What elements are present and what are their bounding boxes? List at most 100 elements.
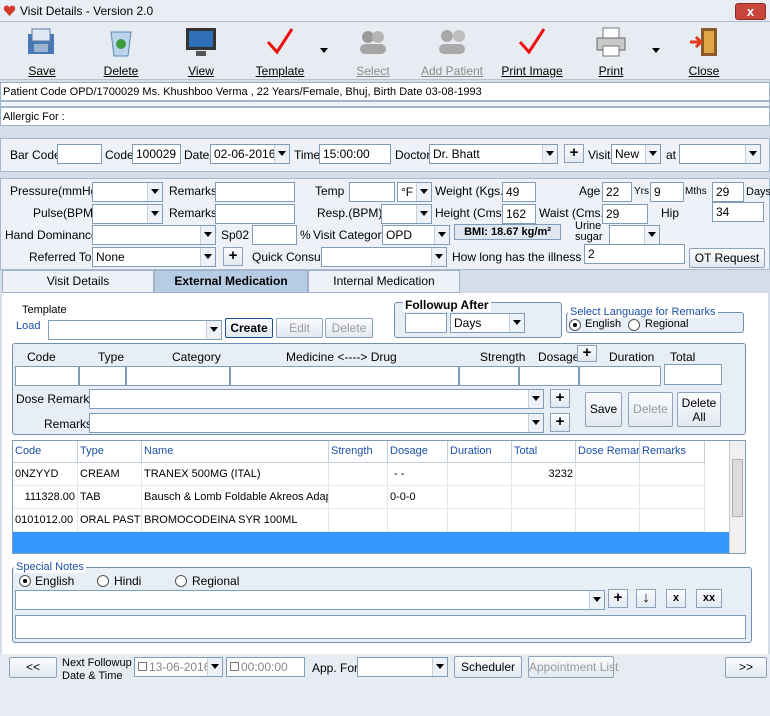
appointment-list-button[interactable]: Appointment List (528, 656, 618, 678)
move-down-button[interactable]: ↓ (636, 589, 656, 608)
urine-sugar-select[interactable] (609, 225, 660, 245)
edit-template-button[interactable]: Edit (276, 318, 323, 338)
create-template-button[interactable]: Create (225, 318, 273, 338)
grid-header-total[interactable]: Total (512, 441, 576, 463)
hand-dominance-select[interactable] (92, 225, 216, 245)
code-input[interactable]: 100029 (132, 144, 181, 164)
weight-input[interactable]: 49 (502, 182, 536, 202)
med-duration-input[interactable] (579, 366, 661, 386)
grid-header-remarks[interactable]: Remarks (640, 441, 705, 463)
add-remarks-button[interactable]: + (550, 413, 570, 432)
grid-header-code[interactable]: Code (13, 441, 78, 463)
doctor-select[interactable]: Dr. Bhatt (429, 144, 558, 164)
age-months-input[interactable]: 9 (650, 182, 684, 202)
add-referral-button[interactable]: + (223, 247, 243, 266)
medicine-drug-input[interactable] (230, 366, 459, 386)
med-category-input[interactable] (126, 366, 230, 386)
add-note-button[interactable]: + (608, 589, 628, 608)
remarks-english-radio[interactable] (569, 319, 581, 331)
add-patient-button[interactable]: Add Patient (418, 24, 486, 78)
height-input[interactable]: 162 (502, 204, 536, 224)
resp-select[interactable] (381, 204, 432, 224)
grid-scrollbar[interactable] (729, 441, 745, 553)
age-days-input[interactable]: 29 (712, 182, 744, 202)
template-load-select[interactable] (48, 320, 222, 340)
referred-to-select[interactable]: None (92, 247, 216, 267)
followup-value-input[interactable] (405, 313, 447, 333)
time-spinner[interactable]: 15:00:00 (319, 144, 391, 164)
remove-all-notes-button[interactable]: xx (696, 589, 722, 608)
grid-header-type[interactable]: Type (78, 441, 142, 463)
quick-consult-select[interactable] (321, 247, 447, 267)
notes-english-radio[interactable] (19, 575, 31, 587)
med-strength-input[interactable] (459, 366, 519, 386)
template-dropdown-icon[interactable] (320, 48, 328, 53)
delete-button[interactable]: Delete (98, 24, 144, 78)
notes-regional-radio[interactable] (175, 575, 187, 587)
grid-header-name[interactable]: Name (142, 441, 329, 463)
ot-request-button[interactable]: OT Request (689, 248, 765, 268)
special-notes-textarea[interactable] (15, 615, 746, 639)
delete-template-button[interactable]: Delete (325, 318, 373, 338)
template-button[interactable]: Template (252, 24, 308, 78)
date-picker[interactable]: 02-06-2016 (210, 144, 290, 164)
print-image-button[interactable]: Print Image (500, 24, 564, 78)
next-button[interactable]: >> (725, 657, 767, 678)
hip-input[interactable]: 34 (712, 202, 764, 222)
age-years-input[interactable]: 22 (602, 182, 632, 202)
grid-header-dose-remarks[interactable]: Dose Remar (576, 441, 640, 463)
grid-header-strength[interactable]: Strength (329, 441, 388, 463)
remove-note-button[interactable]: x (666, 589, 686, 608)
med-dosage-input[interactable] (519, 366, 579, 386)
notes-hindi-radio[interactable] (97, 575, 109, 587)
visit-category-select[interactable]: OPD (382, 225, 450, 245)
previous-button[interactable]: << (9, 657, 57, 678)
delete-all-medicine-button[interactable]: Delete All (677, 392, 721, 427)
selected-new-row[interactable] (13, 532, 730, 553)
tab-visit-details[interactable]: Visit Details (2, 270, 154, 293)
remarks-regional-label: Regional (645, 318, 689, 330)
at-select[interactable] (679, 144, 761, 164)
dose-remarks-select[interactable] (89, 389, 544, 409)
tab-external-medication[interactable]: External Medication (154, 270, 308, 293)
app-for-select[interactable] (357, 657, 448, 677)
grid-cell: 111328.00 (13, 486, 78, 509)
scheduler-button[interactable]: Scheduler (454, 656, 522, 678)
add-dosage-button[interactable]: + (577, 345, 597, 362)
print-dropdown-icon[interactable] (652, 48, 660, 53)
close-button[interactable]: Close (684, 24, 724, 78)
pulse-select[interactable] (92, 204, 163, 224)
med-remarks-select[interactable] (89, 413, 544, 433)
add-doctor-button[interactable]: + (564, 144, 584, 163)
dose-remarks-label: Dose Remarks (16, 392, 96, 406)
special-notes-select[interactable] (15, 590, 605, 610)
remarks-regional-radio[interactable] (628, 319, 640, 331)
tab-internal-medication[interactable]: Internal Medication (308, 270, 460, 293)
pressure-remarks-input[interactable] (215, 182, 295, 202)
save-medicine-button[interactable]: Save (585, 392, 622, 427)
followup-unit-select[interactable]: Days (450, 313, 525, 333)
add-dose-remarks-button[interactable]: + (550, 389, 570, 408)
view-button[interactable]: View (180, 24, 222, 78)
window-close-button[interactable]: x (735, 3, 766, 20)
temp-input[interactable] (349, 182, 395, 202)
followup-date-picker[interactable]: 13-06-2016 (134, 657, 223, 677)
delete-medicine-button[interactable]: Delete (628, 392, 673, 427)
spo2-input[interactable] (252, 225, 297, 245)
pressure-select[interactable] (92, 182, 163, 202)
visit-type-select[interactable]: New (611, 144, 661, 164)
grid-header-duration[interactable]: Duration (448, 441, 512, 463)
med-total-input[interactable] (664, 364, 722, 385)
print-button[interactable]: Print (590, 24, 632, 78)
select-button[interactable]: Select (350, 24, 396, 78)
scrollbar-thumb[interactable] (732, 459, 743, 517)
med-type-input[interactable] (79, 366, 126, 386)
med-code-input[interactable] (15, 366, 79, 386)
save-button[interactable]: Save (20, 24, 64, 78)
grid-header-dosage[interactable]: Dosage (388, 441, 448, 463)
illness-duration-input[interactable]: 2 (584, 244, 685, 264)
pulse-remarks-input[interactable] (215, 204, 295, 224)
temp-unit-select[interactable]: °F (397, 182, 432, 202)
followup-time-spinner[interactable]: 00:00:00 (226, 657, 305, 677)
barcode-input[interactable] (57, 144, 102, 164)
